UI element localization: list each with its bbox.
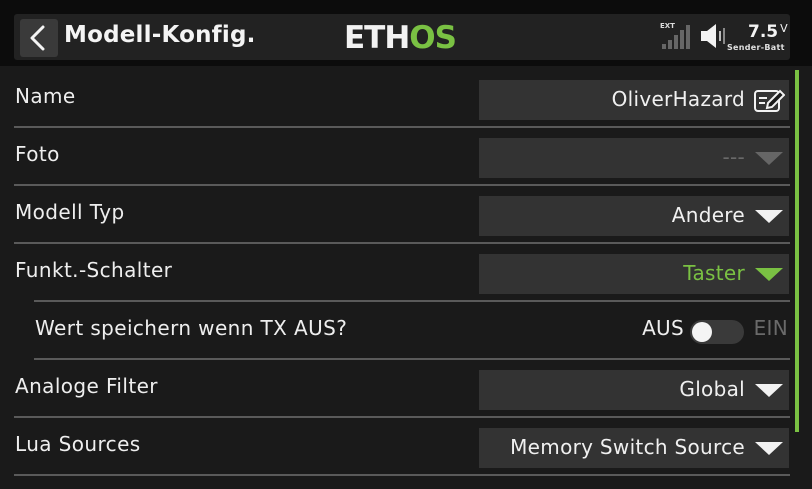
chevron-down-icon — [755, 384, 783, 397]
battery-voltage: 7.5 V — [748, 22, 788, 42]
lua-sources-dropdown[interactable]: Memory Switch Source — [479, 428, 789, 468]
row-label: Foto — [15, 142, 60, 166]
row-analoge-filter: Analoge Filter Global — [14, 360, 790, 418]
row-lua-sources: Lua Sources Memory Switch Source — [14, 418, 790, 476]
chevron-down-icon — [755, 268, 783, 281]
page-title: Modell-Konfig. — [64, 22, 256, 48]
row-modell-typ: Modell Typ Andere — [14, 186, 790, 244]
funkt-schalter-dropdown[interactable]: Taster — [479, 254, 789, 294]
logo-main-text: ETH — [344, 20, 410, 56]
row-label: Funkt.-Schalter — [15, 258, 173, 282]
scrollbar[interactable] — [795, 70, 799, 432]
foto-value: --- — [722, 145, 745, 169]
signal-strength-icon: EXT — [660, 22, 696, 50]
battery-unit: V — [780, 22, 788, 35]
chevron-down-icon — [755, 442, 783, 455]
speaker-icon — [700, 23, 726, 53]
logo-accent-text: OS — [409, 20, 457, 56]
battery-label: Sender-Batt — [727, 43, 785, 52]
row-foto: Foto --- — [14, 128, 790, 186]
edit-icon — [754, 89, 785, 112]
row-label: Analoge Filter — [15, 374, 158, 398]
battery-value: 7.5 — [748, 22, 779, 42]
row-label: Modell Typ — [15, 200, 125, 224]
chevron-down-icon — [755, 210, 783, 223]
row-label: Lua Sources — [15, 432, 141, 456]
modell-typ-value: Andere — [671, 203, 745, 227]
toggle-off-label: AUS — [642, 316, 684, 340]
analoge-filter-value: Global — [679, 377, 745, 401]
row-name: Name OliverHazard — [14, 70, 790, 128]
row-funkt-schalter: Funkt.-Schalter Taster — [14, 244, 790, 302]
lua-sources-value: Memory Switch Source — [510, 435, 745, 459]
toggle-on-label: EIN — [753, 316, 788, 340]
wert-speichern-toggle[interactable] — [690, 320, 744, 344]
name-field[interactable]: OliverHazard — [479, 80, 789, 120]
back-button[interactable] — [20, 19, 58, 57]
row-divider — [14, 474, 790, 476]
toggle-knob — [692, 322, 712, 342]
row-label: Name — [15, 84, 76, 108]
ethos-logo: ETHOS — [344, 20, 457, 56]
chevron-left-icon — [30, 25, 45, 51]
chevron-down-icon — [755, 152, 783, 165]
modell-typ-dropdown[interactable]: Andere — [479, 196, 789, 236]
foto-dropdown[interactable]: --- — [479, 138, 789, 178]
funkt-schalter-value: Taster — [683, 261, 745, 285]
analoge-filter-dropdown[interactable]: Global — [479, 370, 789, 410]
row-wert-speichern: Wert speichern wenn TX AUS? AUS EIN — [14, 302, 790, 360]
name-value: OliverHazard — [611, 87, 745, 111]
row-label: Wert speichern wenn TX AUS? — [35, 316, 348, 340]
